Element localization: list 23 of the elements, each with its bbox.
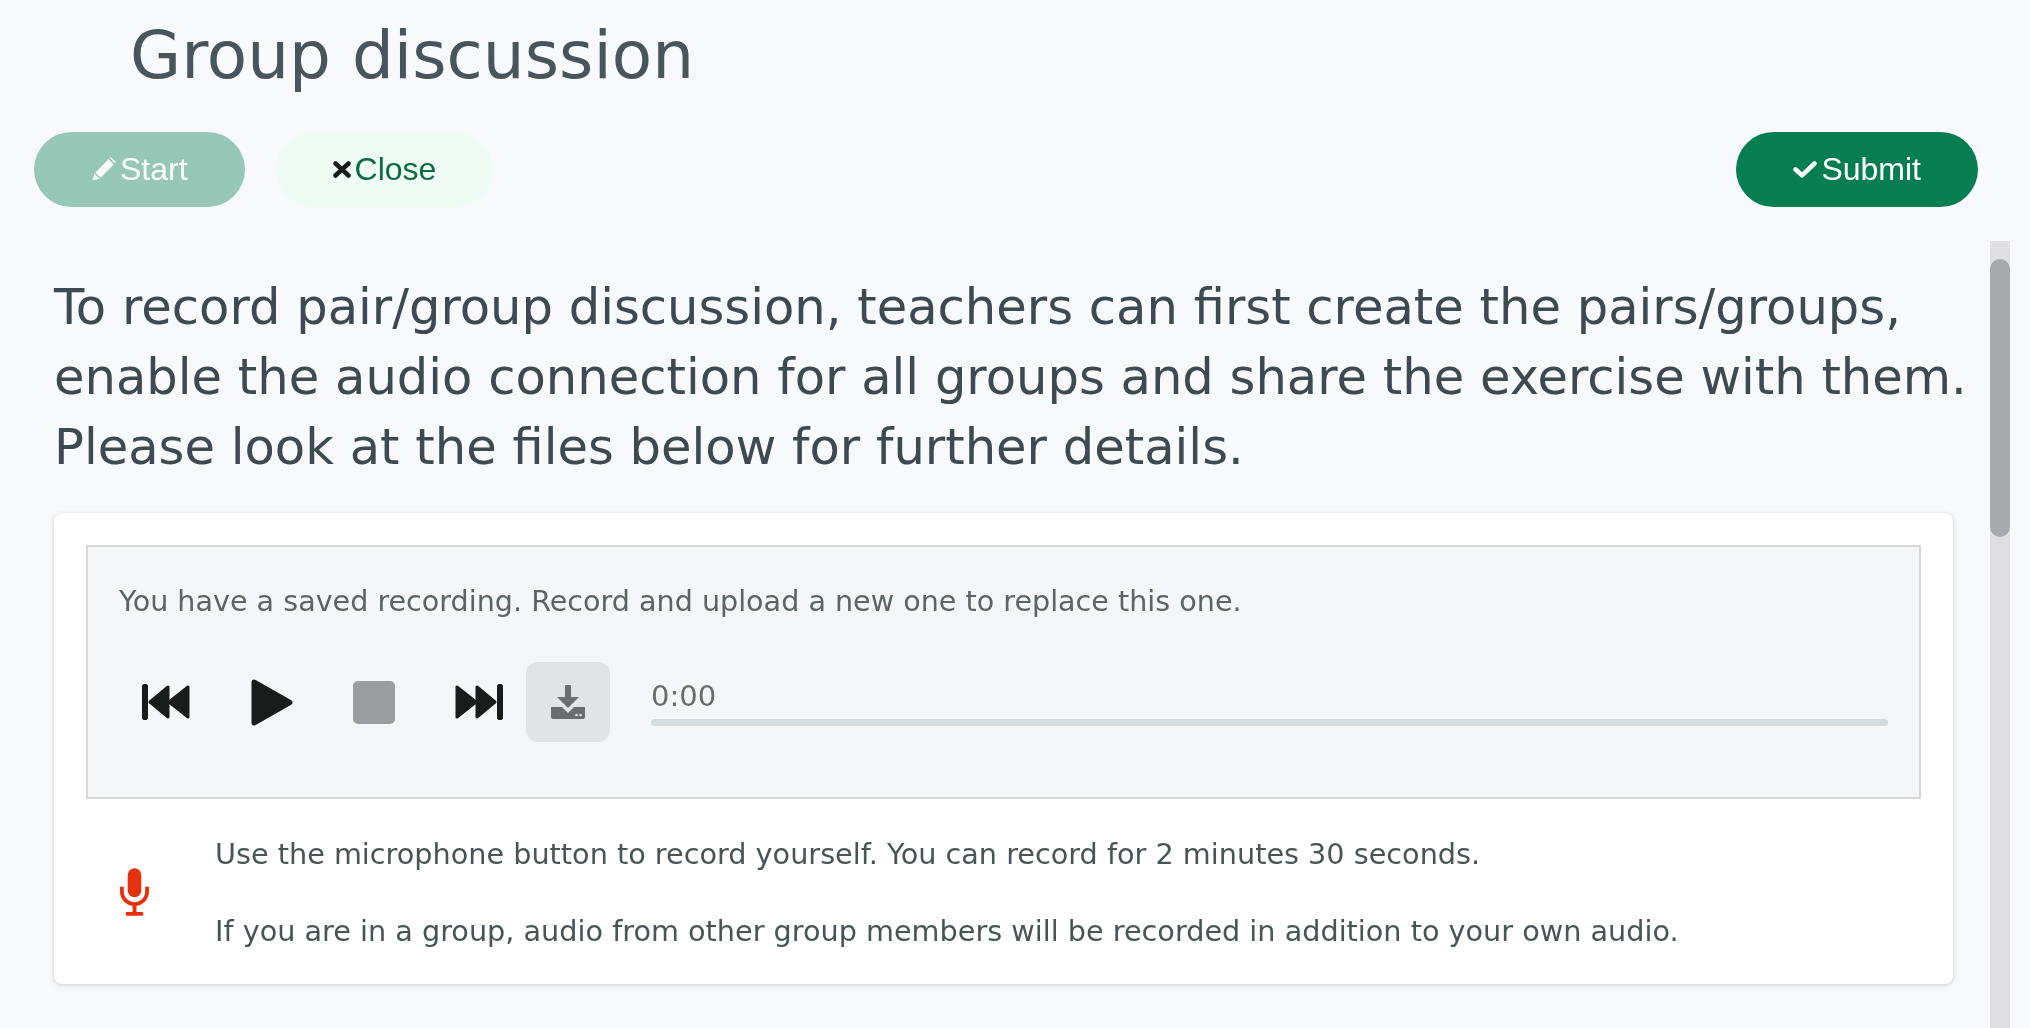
skip-forward-icon xyxy=(454,684,503,720)
submit-button[interactable]: Submit xyxy=(1736,132,1978,207)
hint-text: If you are in a group, audio from other group members will be recorded in addition to your own audio. xyxy=(215,913,1679,950)
recording-notice: You have a saved recording. Record and upload a new one to replace this one. xyxy=(119,583,1242,620)
hint-text: Use the microphone button to record yourself. You can record for 2 minutes 30 seconds. xyxy=(215,836,1481,873)
time-readout: 0:00 xyxy=(651,678,717,713)
skip-back-icon xyxy=(142,684,191,720)
close-button[interactable]: Close xyxy=(275,132,494,207)
next-button[interactable] xyxy=(454,684,503,720)
microphone-icon xyxy=(119,868,150,917)
check-icon xyxy=(1793,161,1818,178)
download-icon xyxy=(551,685,585,719)
scrollbar[interactable] xyxy=(1990,241,2010,1028)
previous-button[interactable] xyxy=(142,684,191,720)
scrollbar-thumb[interactable] xyxy=(1990,259,2010,537)
pencil-icon xyxy=(91,157,116,182)
play-icon xyxy=(250,677,294,727)
download-button[interactable] xyxy=(526,662,610,742)
close-icon xyxy=(332,161,351,178)
instructions-text: To record pair/group discussion, teachers can first create the pairs/groups, enable the audio connection for all groups and share the exercise with them. Please look at the files below for further details. xyxy=(54,277,1968,478)
page-title: Group discussion xyxy=(130,16,694,96)
play-button[interactable] xyxy=(250,677,294,727)
stop-icon xyxy=(353,680,395,724)
